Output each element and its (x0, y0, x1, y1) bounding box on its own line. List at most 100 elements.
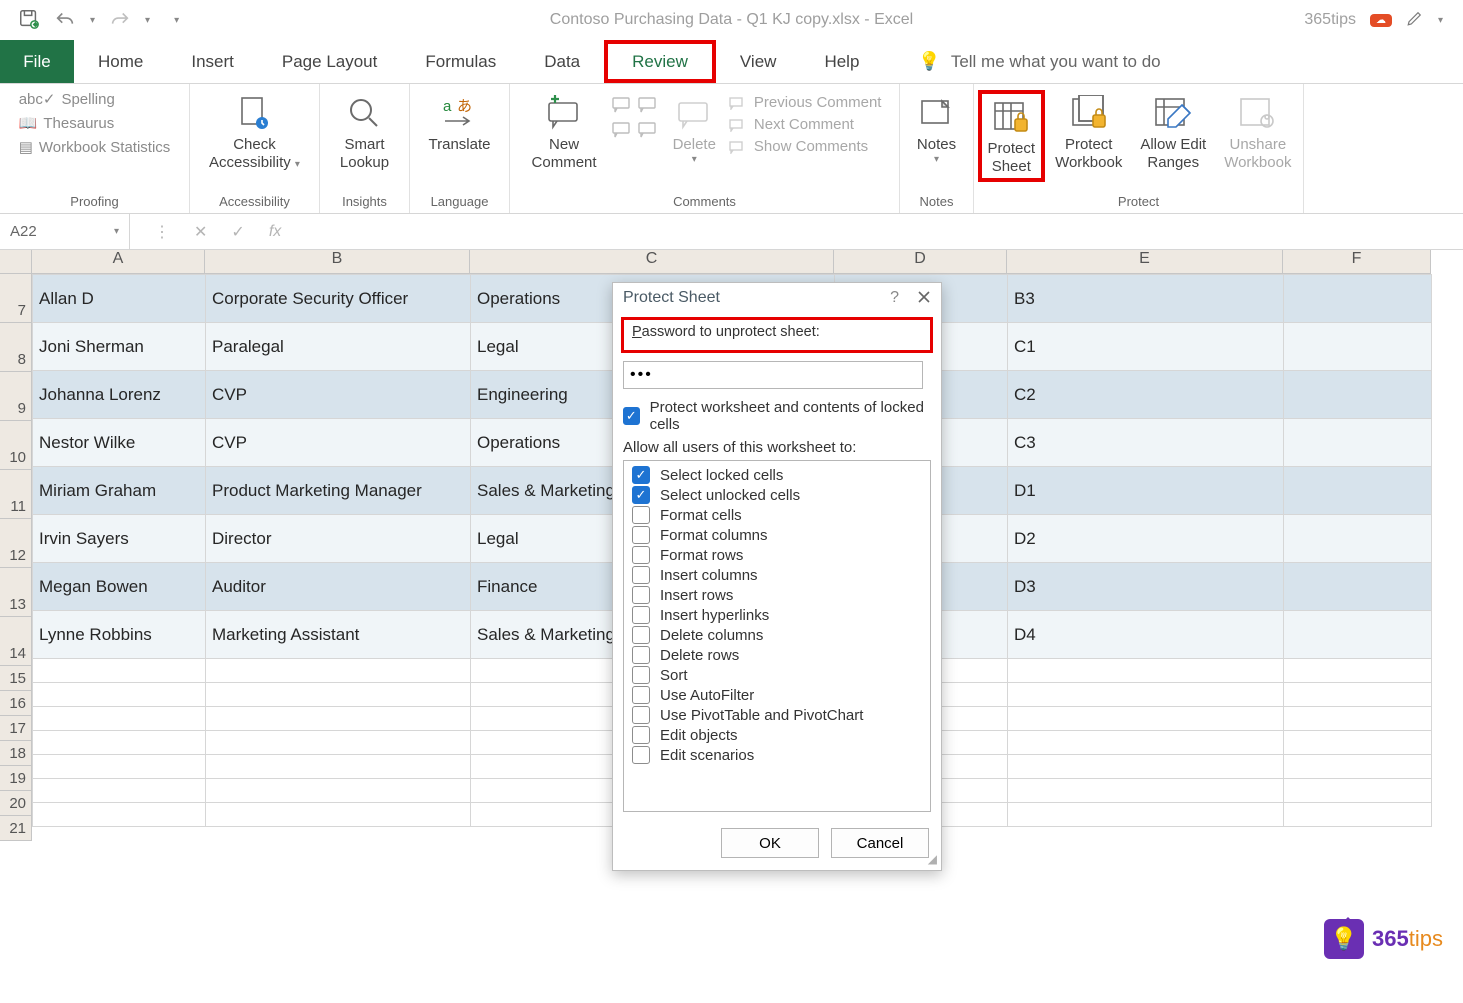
cell[interactable] (206, 659, 471, 683)
cell[interactable] (33, 707, 206, 731)
cell[interactable] (1284, 515, 1432, 563)
cell[interactable] (1284, 779, 1432, 803)
cell[interactable]: Allan D (33, 275, 206, 323)
permission-item[interactable]: ✓Select locked cells (624, 465, 930, 485)
permission-item[interactable]: Sort (624, 665, 930, 685)
cell[interactable] (1284, 755, 1432, 779)
confirm-formula-icon[interactable]: ✓ (231, 222, 244, 242)
row-header[interactable]: 9 (0, 372, 32, 421)
row-header[interactable]: 8 (0, 323, 32, 372)
translate-button[interactable]: aあ Translate (421, 90, 499, 174)
spelling-button[interactable]: abc✓Spelling (19, 90, 115, 108)
cell[interactable]: Product Marketing Manager (206, 467, 471, 515)
tab-home[interactable]: Home (74, 40, 167, 83)
permission-item[interactable]: Insert rows (624, 585, 930, 605)
cell[interactable] (1284, 467, 1432, 515)
cell[interactable]: Auditor (206, 563, 471, 611)
row-header[interactable]: 15 (0, 666, 32, 691)
permission-item[interactable]: Use PivotTable and PivotChart (624, 705, 930, 725)
password-input[interactable] (623, 361, 923, 389)
notes-button[interactable]: Notes▾ (909, 90, 964, 168)
cell[interactable] (33, 755, 206, 779)
comment-mini-icon[interactable] (611, 96, 633, 117)
tab-view[interactable]: View (716, 40, 801, 83)
resize-grip-icon[interactable]: ◢ (928, 852, 937, 866)
row-header[interactable]: 21 (0, 816, 32, 841)
undo-icon[interactable] (54, 10, 76, 31)
cell[interactable] (33, 803, 206, 827)
protect-workbook-button[interactable]: Protect Workbook (1047, 90, 1130, 174)
cell[interactable] (1008, 779, 1284, 803)
new-comment-button[interactable]: NewComment (524, 90, 605, 174)
smart-lookup-button[interactable]: SmartLookup (332, 90, 397, 174)
cell[interactable]: D1 (1008, 467, 1284, 515)
column-header[interactable]: A (32, 250, 205, 274)
cell[interactable]: D4 (1008, 611, 1284, 659)
redo-icon[interactable] (109, 10, 131, 31)
cell[interactable] (1008, 731, 1284, 755)
cell[interactable] (1008, 803, 1284, 827)
row-header[interactable]: 14 (0, 617, 32, 666)
name-box[interactable]: A22▾ (0, 214, 130, 249)
permissions-list[interactable]: ✓Select locked cells✓Select unlocked cel… (623, 460, 931, 812)
ellipsis-icon[interactable]: ⋮ (154, 222, 170, 242)
cell[interactable]: Johanna Lorenz (33, 371, 206, 419)
cell[interactable]: Marketing Assistant (206, 611, 471, 659)
column-header[interactable]: E (1007, 250, 1283, 274)
cell[interactable]: C1 (1008, 323, 1284, 371)
permission-item[interactable]: Insert hyperlinks (624, 605, 930, 625)
cell[interactable] (1284, 731, 1432, 755)
allow-edit-ranges-button[interactable]: Allow Edit Ranges (1132, 90, 1214, 174)
permission-item[interactable]: Use AutoFilter (624, 685, 930, 705)
protect-contents-checkbox[interactable]: ✓ Protect worksheet and contents of lock… (613, 397, 941, 435)
row-header[interactable]: 12 (0, 519, 32, 568)
cell[interactable] (33, 683, 206, 707)
permission-item[interactable]: Edit scenarios (624, 745, 930, 765)
pen-dropdown-icon[interactable]: ▾ (1438, 15, 1443, 26)
comment-mini-icon[interactable] (637, 96, 659, 117)
row-header[interactable]: 18 (0, 741, 32, 766)
thesaurus-button[interactable]: 📖Thesaurus (19, 114, 115, 132)
row-header[interactable]: 13 (0, 568, 32, 617)
permission-item[interactable]: ✓Select unlocked cells (624, 485, 930, 505)
permission-item[interactable]: Delete rows (624, 645, 930, 665)
permission-item[interactable]: Format cells (624, 505, 930, 525)
permission-item[interactable]: Format columns (624, 525, 930, 545)
cell[interactable] (206, 803, 471, 827)
tab-review[interactable]: Review (604, 40, 716, 83)
cancel-button[interactable]: Cancel (831, 828, 929, 858)
cell[interactable] (206, 755, 471, 779)
save-icon[interactable] (18, 8, 40, 33)
cell[interactable]: D3 (1008, 563, 1284, 611)
cell[interactable]: D2 (1008, 515, 1284, 563)
column-headers[interactable]: ABCDEF (32, 250, 1432, 274)
cell[interactable]: Director (206, 515, 471, 563)
cell[interactable]: C2 (1008, 371, 1284, 419)
row-header[interactable]: 17 (0, 716, 32, 741)
cell[interactable] (1284, 803, 1432, 827)
row-header[interactable]: 7 (0, 274, 32, 323)
cell[interactable] (206, 683, 471, 707)
cell[interactable] (206, 779, 471, 803)
cell[interactable]: Irvin Sayers (33, 515, 206, 563)
cell[interactable] (1284, 563, 1432, 611)
cell[interactable] (1284, 683, 1432, 707)
ok-button[interactable]: OK (721, 828, 819, 858)
undo-dropdown-icon[interactable]: ▾ (90, 15, 95, 26)
cell[interactable] (33, 731, 206, 755)
cell[interactable] (1284, 371, 1432, 419)
tab-page-layout[interactable]: Page Layout (258, 40, 401, 83)
column-header[interactable]: D (834, 250, 1007, 274)
workbook-stats-button[interactable]: ▤Workbook Statistics (19, 138, 171, 156)
tell-me-search[interactable]: 💡 Tell me what you want to do (883, 40, 1160, 83)
cell[interactable] (1284, 611, 1432, 659)
permission-item[interactable]: Format rows (624, 545, 930, 565)
cell[interactable] (1284, 659, 1432, 683)
tab-data[interactable]: Data (520, 40, 604, 83)
permission-item[interactable]: Delete columns (624, 625, 930, 645)
cell[interactable] (1284, 707, 1432, 731)
select-all-corner[interactable] (0, 250, 32, 274)
cell[interactable] (1008, 683, 1284, 707)
check-accessibility-button[interactable]: Check Accessibility ▾ (201, 90, 308, 174)
column-header[interactable]: C (470, 250, 834, 274)
